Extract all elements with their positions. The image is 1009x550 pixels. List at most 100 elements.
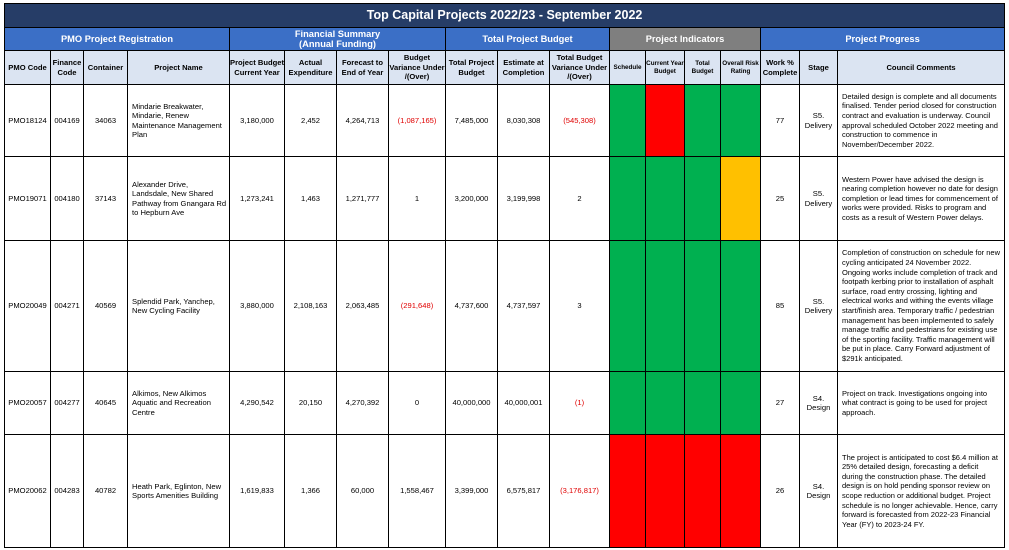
stage-cell: S5. Delivery [799, 84, 838, 157]
stage-code: S4. [812, 481, 825, 491]
finance-code-cell: 004277 [50, 371, 84, 435]
work-complete-cell: 77 [760, 84, 800, 157]
report-title: Top Capital Projects 2022/23 - September… [3, 3, 1006, 28]
forecast-cell: 2,063,485 [336, 240, 389, 372]
stage-label: Delivery [804, 120, 833, 130]
project-name-cell: Heath Park, Eglinton, New Sports Ameniti… [127, 434, 230, 548]
council-comments-cell: Western Power have advised the design is… [836, 156, 1006, 241]
total-budget-indicator [684, 240, 721, 372]
total-project-budget-cell: 7,485,000 [445, 84, 498, 157]
work-complete-cell: 26 [760, 434, 800, 548]
column-header-container: Container [83, 50, 128, 85]
forecast-cell: 4,270,392 [336, 371, 389, 435]
total-budget-indicator [684, 156, 721, 241]
total-budget-indicator [684, 371, 721, 435]
council-comments-cell: Completion of construction on schedule f… [836, 240, 1006, 372]
overall-risk-indicator [720, 434, 761, 548]
group-header-progress: Project Progress [759, 27, 1006, 51]
forecast-cell: 4,264,713 [336, 84, 389, 157]
schedule-indicator [609, 434, 646, 548]
overall-risk-indicator [720, 371, 761, 435]
capital-projects-table: Top Capital Projects 2022/23 - September… [3, 3, 1006, 548]
group-header-total-budget: Total Project Budget [445, 27, 610, 51]
column-header-stage: Stage [799, 50, 838, 85]
total-project-budget-cell: 40,000,000 [445, 371, 498, 435]
council-comments-cell: Project on track. Investigations ongoing… [836, 371, 1006, 435]
total-budget-variance-cell: (545,308) [549, 84, 610, 157]
stage-code: S5. [812, 189, 825, 199]
schedule-indicator [609, 156, 646, 241]
estimate-completion-cell: 4,737,597 [497, 240, 550, 372]
finance-code-cell: 004283 [50, 434, 84, 548]
budget-variance-cell: (1,087,165) [388, 84, 446, 157]
table-row: PMO19071 004180 37143 Alexander Drive, Land… [4, 156, 1006, 241]
project-name-cell: Alexander Drive, Landsdale, New Shared P… [127, 156, 230, 241]
budget-variance-cell: 1 [388, 156, 446, 241]
estimate-completion-cell: 3,199,998 [497, 156, 550, 241]
table-row: PMO20062 004283 40782 Heath Park, Eglinton,… [4, 434, 1006, 548]
pmo-code-cell: PMO20062 [4, 434, 51, 548]
column-header-budget-variance: Budget Variance Under /(Over) [388, 50, 446, 85]
column-header-budget-current-year: Project Budget Current Year [229, 50, 285, 85]
column-header-actual-expenditure: Actual Expenditure [284, 50, 337, 85]
current-year-budget-indicator [645, 84, 685, 157]
column-header-total-budget: Total Budget [684, 50, 721, 85]
total-budget-indicator [684, 434, 721, 548]
group-header-registration: PMO Project Registration [4, 27, 230, 51]
pmo-code-cell: PMO19071 [4, 156, 51, 241]
table-row: PMO18124 004169 34063 Mindarie Breakwater, … [4, 84, 1006, 157]
stage-label: Design [806, 403, 831, 412]
actual-expenditure-cell: 20,150 [284, 371, 337, 435]
overall-risk-indicator [720, 240, 761, 372]
group-header-financial-line2: (Annual Funding) [299, 39, 376, 49]
stage-cell: S4. Design [799, 371, 838, 435]
column-header-project-name: Project Name [127, 50, 230, 85]
column-header-comments: Council Comments [836, 50, 1006, 85]
budget-variance-cell: 1,558,467 [388, 434, 446, 548]
budget-current-year-cell: 4,290,542 [229, 371, 285, 435]
container-cell: 37143 [83, 156, 128, 241]
schedule-indicator [609, 84, 646, 157]
column-header-overall-risk: Overall Risk Rating [720, 50, 761, 85]
budget-current-year-cell: 3,180,000 [229, 84, 285, 157]
budget-variance-cell: (291,648) [388, 240, 446, 372]
actual-expenditure-cell: 1,366 [284, 434, 337, 548]
project-name-cell: Mindarie Breakwater, Mindarie, Renew Mai… [127, 84, 230, 157]
council-comments-cell: Detailed design is complete and all docu… [836, 84, 1006, 157]
column-header-forecast: Forecast to End of Year [336, 50, 389, 85]
table-row: PMO20057 004277 40645 Alkimos, New Alkimos … [4, 371, 1006, 435]
container-cell: 40569 [83, 240, 128, 372]
stage-code: S4. [812, 393, 825, 403]
group-header-financial-line1: Financial Summary [294, 28, 381, 39]
current-year-budget-indicator [645, 371, 685, 435]
forecast-cell: 60,000 [336, 434, 389, 548]
total-project-budget-cell: 3,399,000 [445, 434, 498, 548]
column-header-estimate-completion: Estimate at Completion [497, 50, 550, 85]
finance-code-cell: 004180 [50, 156, 84, 241]
stage-code: S5. [812, 296, 825, 306]
column-header-total-project-budget: Total Project Budget [445, 50, 498, 85]
actual-expenditure-cell: 2,108,163 [284, 240, 337, 372]
group-header-indicators: Project Indicators [609, 27, 761, 51]
total-budget-indicator [684, 84, 721, 157]
work-complete-cell: 85 [760, 240, 800, 372]
total-budget-variance-cell: (1) [549, 371, 610, 435]
column-header-current-year-budget: Current Year Budget [645, 50, 685, 85]
estimate-completion-cell: 40,000,001 [497, 371, 550, 435]
actual-expenditure-cell: 1,463 [284, 156, 337, 241]
forecast-cell: 1,271,777 [336, 156, 389, 241]
column-header-total-budget-variance: Total Budget Variance Under /(Over) [549, 50, 610, 85]
stage-cell: S4. Design [799, 434, 838, 548]
total-budget-variance-cell: (3,176,817) [549, 434, 610, 548]
budget-variance-cell: 0 [388, 371, 446, 435]
stage-label: Design [806, 491, 831, 500]
table-row: PMO20049 004271 40569 Splendid Park, Yanche… [4, 240, 1006, 372]
pmo-code-cell: PMO18124 [4, 84, 51, 157]
estimate-completion-cell: 8,030,308 [497, 84, 550, 157]
container-cell: 34063 [83, 84, 128, 157]
overall-risk-indicator [720, 156, 761, 241]
finance-code-cell: 004271 [50, 240, 84, 372]
container-cell: 40782 [83, 434, 128, 548]
actual-expenditure-cell: 2,452 [284, 84, 337, 157]
total-budget-variance-cell: 2 [549, 156, 610, 241]
